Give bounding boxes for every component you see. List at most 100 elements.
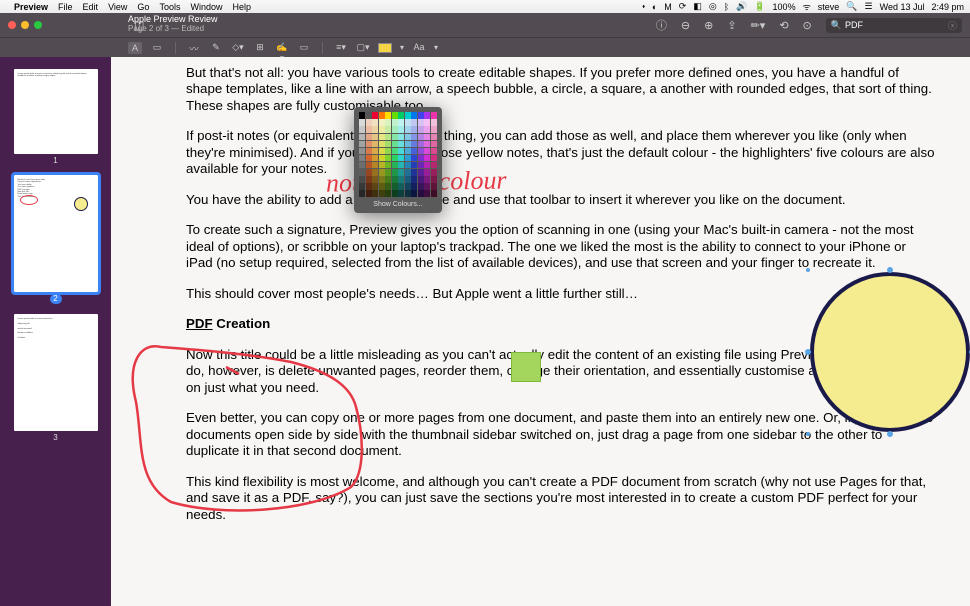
color-swatch[interactable] [411, 119, 417, 126]
color-swatch[interactable] [431, 126, 437, 133]
thumbnail-sidebar[interactable]: Lorem ipsum dolor sit amet consectetur a… [0, 57, 111, 606]
fullscreen-button[interactable] [34, 21, 42, 29]
menu-view[interactable]: View [108, 2, 127, 12]
color-swatch[interactable] [398, 119, 404, 126]
color-swatch[interactable] [405, 169, 411, 176]
color-swatch[interactable] [392, 176, 398, 183]
menu-tools[interactable]: Tools [159, 2, 180, 12]
color-swatch[interactable] [392, 155, 398, 162]
markup-icon[interactable]: ⊙ [803, 19, 812, 32]
color-swatch[interactable] [366, 141, 372, 148]
color-swatch[interactable] [424, 162, 430, 169]
info-icon[interactable]: ⓘ [656, 17, 667, 33]
color-swatch[interactable] [372, 134, 378, 141]
menu-help[interactable]: Help [232, 2, 251, 12]
color-swatch[interactable] [431, 112, 437, 119]
color-swatch[interactable] [379, 134, 385, 141]
color-swatch[interactable] [418, 190, 424, 197]
color-swatch[interactable] [359, 176, 365, 183]
color-swatch[interactable] [411, 134, 417, 141]
color-swatch[interactable] [405, 190, 411, 197]
color-swatch[interactable] [392, 183, 398, 190]
color-swatch[interactable] [372, 155, 378, 162]
color-swatch[interactable] [385, 119, 391, 126]
bluetooth-icon[interactable]: ᛒ [724, 2, 729, 12]
color-swatch[interactable] [424, 183, 430, 190]
color-swatch[interactable] [392, 112, 398, 119]
page-thumbnail-1[interactable]: Lorem ipsum dolor sit amet consectetur a… [14, 69, 98, 154]
color-swatch[interactable] [366, 155, 372, 162]
color-swatch[interactable] [398, 190, 404, 197]
color-swatch[interactable] [359, 112, 365, 119]
color-swatch[interactable] [385, 141, 391, 148]
color-swatch[interactable] [418, 176, 424, 183]
color-swatch[interactable] [379, 155, 385, 162]
color-swatch[interactable] [398, 176, 404, 183]
color-swatch[interactable] [424, 119, 430, 126]
highlight-icon[interactable]: ✏▾ [751, 19, 766, 32]
date[interactable]: Wed 13 Jul [880, 2, 925, 12]
color-swatch[interactable] [385, 126, 391, 133]
color-swatch[interactable] [385, 148, 391, 155]
color-swatch[interactable] [398, 126, 404, 133]
sketch-tool[interactable]: 〰 [187, 42, 201, 54]
share-icon[interactable]: ⇪ [727, 19, 736, 32]
spotlight-icon[interactable]: 🔍 [846, 1, 857, 12]
text-tool[interactable]: ⊞ [253, 42, 267, 54]
color-swatch[interactable] [424, 141, 430, 148]
color-swatch[interactable] [372, 119, 378, 126]
color-swatch[interactable] [418, 183, 424, 190]
color-swatch[interactable] [431, 169, 437, 176]
wifi-icon[interactable]: ᯤ [803, 0, 811, 13]
draw-tool[interactable]: ✎ [209, 42, 223, 54]
color-swatch[interactable] [392, 190, 398, 197]
stroke-tool[interactable]: ≡▾ [334, 42, 348, 54]
color-swatch[interactable] [405, 119, 411, 126]
airdrop-icon[interactable]: ◎ [709, 1, 717, 12]
color-swatch[interactable] [359, 190, 365, 197]
color-swatch[interactable] [359, 148, 365, 155]
color-swatch[interactable] [431, 162, 437, 169]
color-swatch[interactable] [359, 155, 365, 162]
color-swatch[interactable] [431, 148, 437, 155]
color-swatch[interactable] [385, 176, 391, 183]
color-swatch[interactable] [385, 112, 391, 119]
rotate-icon[interactable]: ⟲ [779, 19, 788, 32]
color-swatch[interactable] [385, 183, 391, 190]
color-swatch[interactable] [359, 169, 365, 176]
color-swatch[interactable] [398, 155, 404, 162]
color-swatch[interactable] [379, 148, 385, 155]
color-swatch[interactable] [424, 155, 430, 162]
color-swatch[interactable] [366, 126, 372, 133]
color-swatch[interactable] [366, 183, 372, 190]
color-swatch[interactable] [366, 134, 372, 141]
color-swatch[interactable] [418, 112, 424, 119]
color-swatch[interactable] [366, 148, 372, 155]
color-swatch[interactable] [392, 126, 398, 133]
menu-window[interactable]: Window [190, 2, 222, 12]
color-swatch[interactable] [372, 126, 378, 133]
color-swatch[interactable] [379, 183, 385, 190]
color-swatch[interactable] [398, 183, 404, 190]
color-swatch[interactable] [372, 176, 378, 183]
user-name[interactable]: steve [818, 2, 840, 12]
color-swatch[interactable] [385, 190, 391, 197]
note-tool[interactable]: ▭ [297, 42, 311, 54]
page-thumbnail-3[interactable]: Lorem ipsum dolor sit amet consecteturad… [14, 314, 98, 431]
search-field[interactable]: 🔍 ⓧ [826, 18, 962, 33]
color-swatch[interactable] [418, 148, 424, 155]
color-swatch[interactable] [398, 141, 404, 148]
color-swatch[interactable] [424, 126, 430, 133]
time[interactable]: 2:49 pm [931, 2, 964, 12]
dropbox-icon[interactable]: ⬪ [642, 1, 645, 12]
color-swatch[interactable] [379, 112, 385, 119]
color-swatch[interactable] [411, 162, 417, 169]
control-center-icon[interactable]: ☰ [865, 1, 873, 12]
color-swatch[interactable] [411, 155, 417, 162]
color-swatch[interactable] [392, 141, 398, 148]
color-swatch[interactable] [372, 148, 378, 155]
font-tool[interactable]: Aa [412, 42, 426, 54]
color-swatch[interactable] [418, 162, 424, 169]
battery-icon[interactable]: 🔋 [754, 1, 765, 12]
color-swatch[interactable] [392, 134, 398, 141]
